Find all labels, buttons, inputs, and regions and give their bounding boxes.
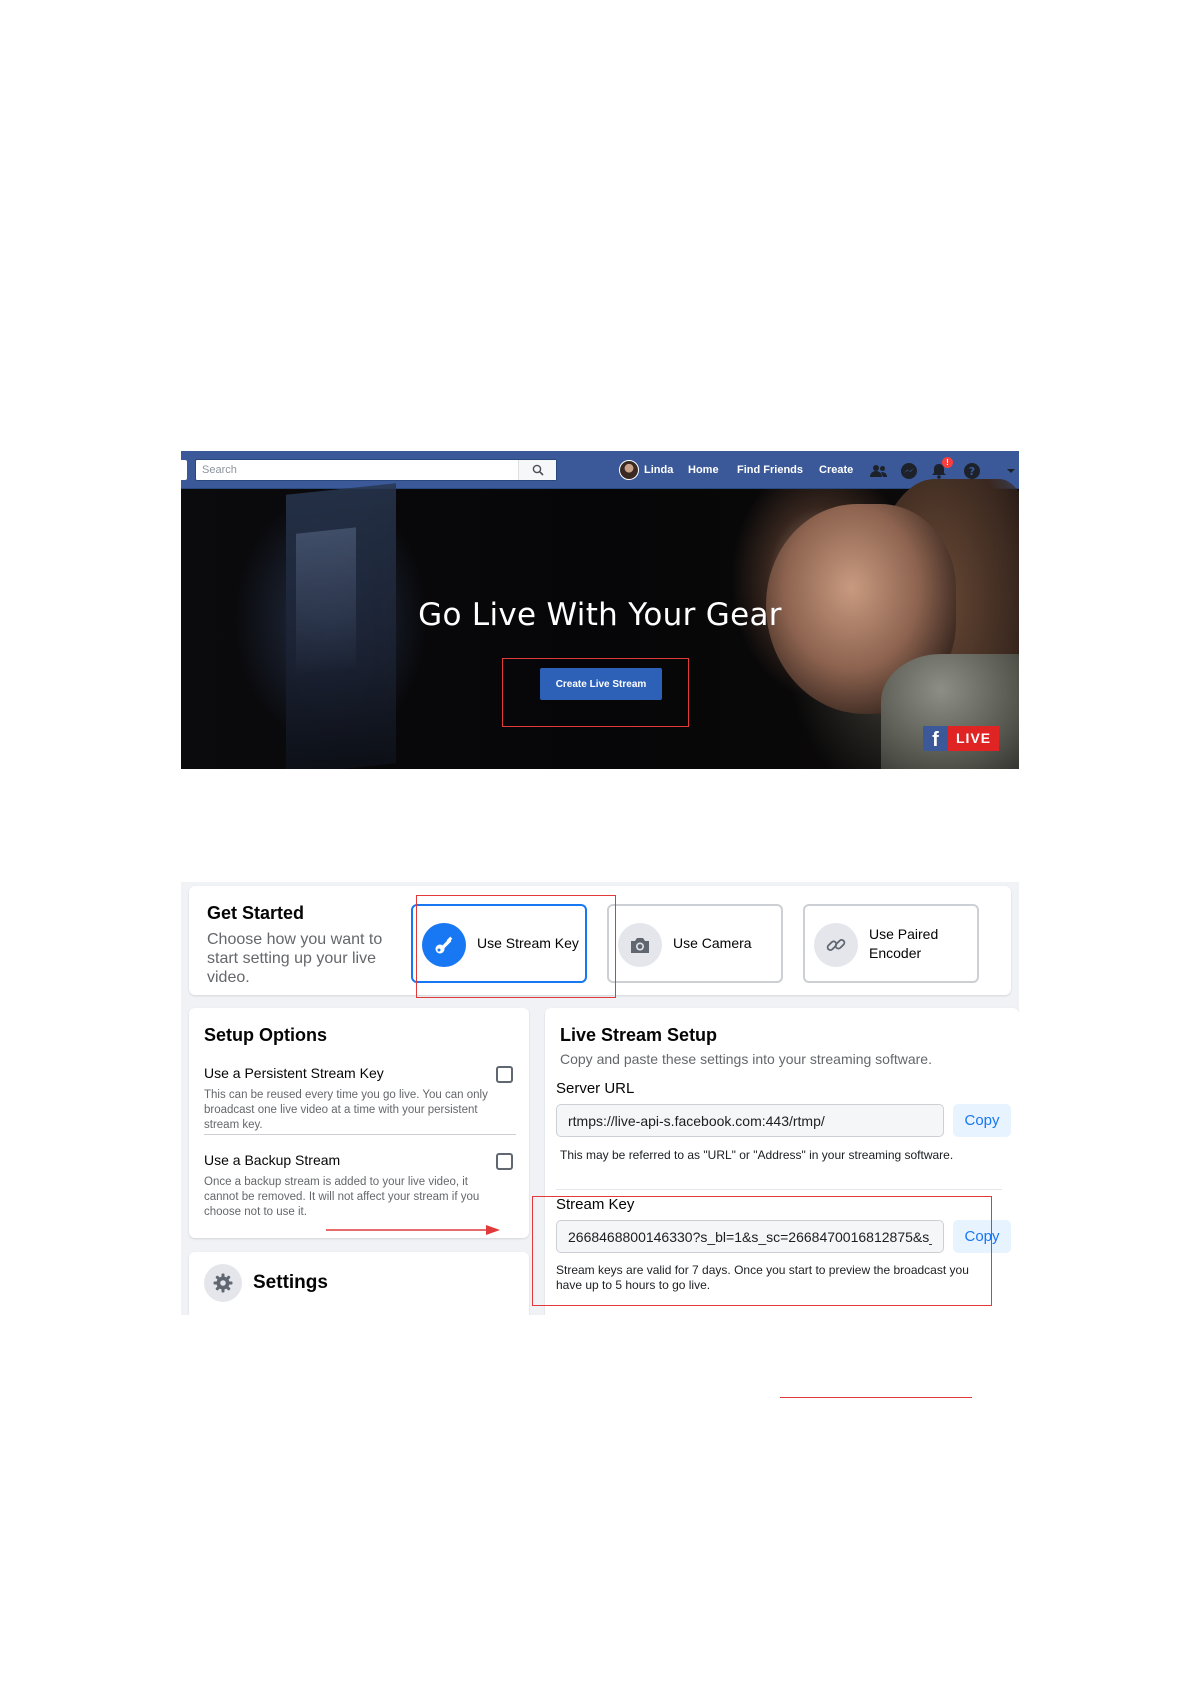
account-menu-chevron-down-icon[interactable] (1003, 461, 1019, 481)
search-icon (532, 464, 544, 476)
annotation-highlight-create-button (502, 658, 689, 727)
live-stream-setup-subtitle: Copy and paste these settings into your … (560, 1051, 932, 1067)
backup-stream-checkbox[interactable] (496, 1153, 513, 1170)
avatar (619, 460, 639, 480)
go-live-hero: Go Live With Your Gear Create Live Strea… (181, 479, 1019, 769)
persistent-stream-key-title: Use a Persistent Stream Key (204, 1065, 384, 1081)
profile-name: Linda (644, 464, 674, 476)
live-producer-screenshot: Get Started Choose how you want to start… (181, 882, 1019, 1315)
person-image-hoodie (881, 654, 1019, 769)
persistent-stream-key-description: This can be reused every time you go liv… (204, 1089, 488, 1131)
setup-options-card: Setup Options Use a Persistent Stream Ke… (189, 1008, 529, 1238)
help-icon[interactable]: ? (962, 461, 982, 481)
get-started-title: Get Started (207, 903, 305, 923)
nav-home[interactable]: Home (688, 464, 719, 476)
annotation-highlight-stream-key-field (532, 1196, 992, 1306)
friend-requests-icon[interactable] (869, 461, 889, 481)
backup-stream-description: Once a backup stream is added to your li… (204, 1176, 480, 1218)
divider (204, 1134, 516, 1135)
option-label: Use Camera (673, 935, 752, 951)
option-use-camera[interactable]: Use Camera (607, 904, 783, 983)
server-url-label: Server URL (556, 1080, 635, 1097)
facebook-top-bar: Linda Home Find Friends Create ! ? (181, 451, 1019, 489)
persistent-stream-key-checkbox[interactable] (496, 1066, 513, 1083)
gear-icon (204, 1264, 242, 1302)
server-url-hint: This may be referred to as "URL" or "Add… (560, 1148, 954, 1162)
copy-server-url-button[interactable]: Copy (953, 1104, 1011, 1137)
annotation-underline (780, 1397, 972, 1398)
camera-icon (618, 923, 662, 967)
live-stream-setup-title: Live Stream Setup (560, 1025, 718, 1045)
get-started-card: Get Started Choose how you want to start… (189, 886, 1011, 998)
annotation-highlight-stream-key (416, 895, 616, 998)
search-button[interactable] (518, 460, 556, 480)
server-url-field[interactable] (556, 1104, 944, 1137)
divider (556, 1189, 1002, 1190)
hero-title: Go Live With Your Gear (418, 597, 782, 633)
search-input[interactable] (196, 460, 534, 480)
facebook-live-badge: f LIVE (923, 726, 1000, 751)
go-live-screenshot: Linda Home Find Friends Create ! ? Go Li… (181, 451, 1019, 769)
option-use-paired-encoder[interactable]: Use Paired Encoder (803, 904, 979, 983)
notifications-icon[interactable]: ! (929, 457, 953, 481)
settings-title: Settings (253, 1272, 328, 1293)
nav-create[interactable]: Create (819, 464, 853, 476)
svg-text:?: ? (969, 465, 975, 478)
facebook-logo[interactable] (181, 460, 187, 480)
search-box[interactable] (195, 459, 557, 481)
option-label: Use Paired Encoder (869, 925, 939, 961)
link-icon (814, 923, 858, 967)
get-started-subtitle: Choose how you want to start setting up … (207, 931, 383, 986)
messenger-icon[interactable] (899, 461, 919, 481)
notification-badge: ! (942, 457, 953, 468)
nav-find-friends[interactable]: Find Friends (737, 464, 803, 476)
backup-stream-title: Use a Backup Stream (204, 1152, 341, 1168)
annotation-arrow (326, 1225, 500, 1235)
settings-card[interactable]: Settings (189, 1252, 529, 1315)
profile-link[interactable]: Linda (619, 451, 673, 489)
live-label: LIVE (948, 726, 1000, 751)
facebook-f-icon: f (923, 726, 948, 751)
server-url-input[interactable] (557, 1105, 943, 1136)
setup-options-title: Setup Options (204, 1025, 327, 1045)
